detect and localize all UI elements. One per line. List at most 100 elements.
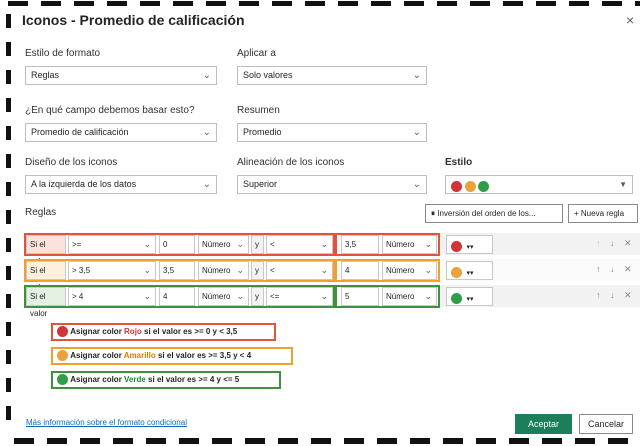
rule-2-and-label: y [251, 261, 264, 280]
red-circle-icon [57, 326, 68, 338]
dashed-border-top [8, 1, 640, 6]
rule-3-if-label: Si el valor [26, 287, 66, 318]
icon-alignment-label: Alineación de los iconos [237, 157, 345, 168]
close-icon[interactable]: × [626, 12, 634, 28]
chevron-down-icon: ⌄ [320, 265, 328, 275]
rule-1-type2-dropdown[interactable]: Número ⌄ [382, 235, 437, 254]
chevron-down-icon: ⌄ [412, 127, 421, 138]
rule-1-type1: Número [202, 240, 231, 249]
move-up-icon[interactable]: ↑ [596, 290, 601, 300]
rule-2-icon-picker[interactable]: ▾▾ [446, 261, 493, 280]
rule-3-type2-dropdown[interactable]: Número ⌄ [382, 287, 437, 306]
rule-2-type2: Número [386, 266, 415, 275]
red-circle-icon [451, 180, 462, 192]
caret-down-icon: ▾▾ [466, 244, 474, 251]
reverse-order-button[interactable]: ⏸ Inversión del orden de los... [425, 204, 563, 223]
rule-1-op1-dropdown[interactable]: >= ⌄ [68, 235, 156, 254]
rule-2-op1: > 3,5 [72, 266, 91, 275]
chevron-down-icon: ⌄ [424, 239, 432, 249]
style-label: Estilo [445, 157, 473, 168]
rule-3-op2-dropdown[interactable]: <= ⌄ [266, 287, 333, 306]
accept-button[interactable]: Aceptar [515, 414, 572, 434]
delete-rule-icon[interactable]: ✕ [624, 264, 632, 275]
move-down-icon[interactable]: ↓ [610, 238, 615, 248]
icon-alignment-dropdown[interactable]: Superior ⌄ [237, 175, 427, 194]
icon-alignment-value: Superior [243, 179, 278, 189]
legend-red-post: si el valor es >= 0 y < 3,5 [141, 327, 238, 336]
yellow-circle-icon [464, 180, 476, 192]
rule-1-value1-input[interactable]: 0 [159, 235, 195, 254]
chevron-down-icon: ⌄ [424, 265, 432, 275]
based-field-dropdown[interactable]: Promedio de calificación ⌄ [25, 123, 217, 142]
based-field-label: ¿En qué campo debemos basar esto? [25, 105, 195, 116]
rule-1-op1: >= [72, 240, 82, 249]
format-style-value: Reglas [31, 70, 60, 80]
rule-3-value1-input[interactable]: 4 [159, 287, 195, 306]
chevron-down-icon: ⌄ [320, 239, 328, 249]
rule-2-type1-dropdown[interactable]: Número ⌄ [198, 261, 249, 280]
new-rule-button[interactable]: + Nueva regla [568, 204, 638, 223]
icon-layout-label: Diseño de los iconos [25, 157, 118, 168]
dashed-border-left [6, 14, 11, 434]
format-style-label: Estilo de formato [25, 48, 101, 59]
rule-2-value2-input[interactable]: 4 [341, 261, 379, 280]
chevron-down-icon: ⌄ [202, 127, 211, 138]
legend-red-color-name: Rojo [124, 327, 142, 336]
legend-green-color-name: Verde [124, 375, 146, 384]
rule-1-if-label: Si el valor [26, 235, 66, 266]
rule-1-op2-dropdown[interactable]: < ⌄ [266, 235, 333, 254]
chevron-down-icon: ⌄ [412, 179, 421, 190]
move-up-icon[interactable]: ↑ [596, 238, 601, 248]
dialog: Iconos - Promedio de calificación × Esti… [0, 0, 640, 446]
rule-3-op1-dropdown[interactable]: > 4 ⌄ [68, 287, 156, 306]
rule-2-type2-dropdown[interactable]: Número ⌄ [382, 261, 437, 280]
rules-label: Reglas [25, 207, 57, 218]
chevron-down-icon: ⌄ [236, 291, 244, 301]
apply-to-value: Solo valores [243, 70, 293, 80]
move-down-icon[interactable]: ↓ [610, 290, 615, 300]
chevron-down-icon: ⌄ [236, 265, 244, 275]
chevron-down-icon: ⌄ [143, 239, 151, 249]
legend-red: Asignar color Rojo si el valor es >= 0 y… [51, 323, 276, 341]
chevron-down-icon: ⌄ [202, 70, 211, 81]
icon-layout-dropdown[interactable]: A la izquierda de los datos ⌄ [25, 175, 217, 194]
rule-3-value2-input[interactable]: 5 [341, 287, 379, 306]
chevron-down-icon: ⌄ [320, 291, 328, 301]
legend-green-post: si el valor es >= 4 y <= 5 [145, 375, 240, 384]
cancel-button[interactable]: Cancelar [579, 414, 633, 434]
rule-1-and-label: y [251, 235, 264, 254]
rule-2-op2: < [270, 266, 275, 275]
delete-rule-icon[interactable]: ✕ [624, 290, 632, 301]
new-rule-label: + Nueva regla [574, 209, 625, 218]
summary-dropdown[interactable]: Promedio ⌄ [237, 123, 427, 142]
rule-3-type2: Número [386, 292, 415, 301]
rule-1-type1-dropdown[interactable]: Número ⌄ [198, 235, 249, 254]
icon-layout-value: A la izquierda de los datos [31, 179, 137, 189]
chevron-down-icon: ⌄ [143, 291, 151, 301]
rule-2-op1-dropdown[interactable]: > 3,5 ⌄ [68, 261, 156, 280]
rule-2-op2-dropdown[interactable]: < ⌄ [266, 261, 333, 280]
legend-green-pre: Asignar color [70, 375, 125, 384]
rule-3-type1-dropdown[interactable]: Número ⌄ [198, 287, 249, 306]
rule-1-op2: < [270, 240, 275, 249]
apply-to-dropdown[interactable]: Solo valores ⌄ [237, 66, 427, 85]
rule-2-value1-input[interactable]: 3,5 [159, 261, 195, 280]
rule-2-if-label: Si el valor [26, 261, 66, 292]
format-style-dropdown[interactable]: Reglas ⌄ [25, 66, 217, 85]
legend-yellow: Asignar color Amarillo si el valor es >=… [51, 347, 293, 365]
chevron-down-icon: ⌄ [412, 70, 421, 81]
rule-3-op1: > 4 [72, 292, 84, 301]
delete-rule-icon[interactable]: ✕ [624, 238, 632, 249]
legend-green: Asignar color Verde si el valor es >= 4 … [51, 371, 281, 389]
rule-3-icon-picker[interactable]: ▾▾ [446, 287, 493, 306]
rule-1-value2-input[interactable]: 3,5 [341, 235, 379, 254]
caret-down-icon: ▾▾ [466, 270, 474, 277]
move-down-icon[interactable]: ↓ [610, 264, 615, 274]
move-up-icon[interactable]: ↑ [596, 264, 601, 274]
yellow-circle-icon [451, 266, 462, 278]
more-info-link[interactable]: Más información sobre el formato condici… [26, 418, 187, 427]
rule-3-and-label: y [251, 287, 264, 306]
rule-1-icon-picker[interactable]: ▾▾ [446, 235, 493, 254]
rule-2-type1: Número [202, 266, 231, 275]
style-dropdown[interactable]: ▼ [445, 175, 633, 194]
